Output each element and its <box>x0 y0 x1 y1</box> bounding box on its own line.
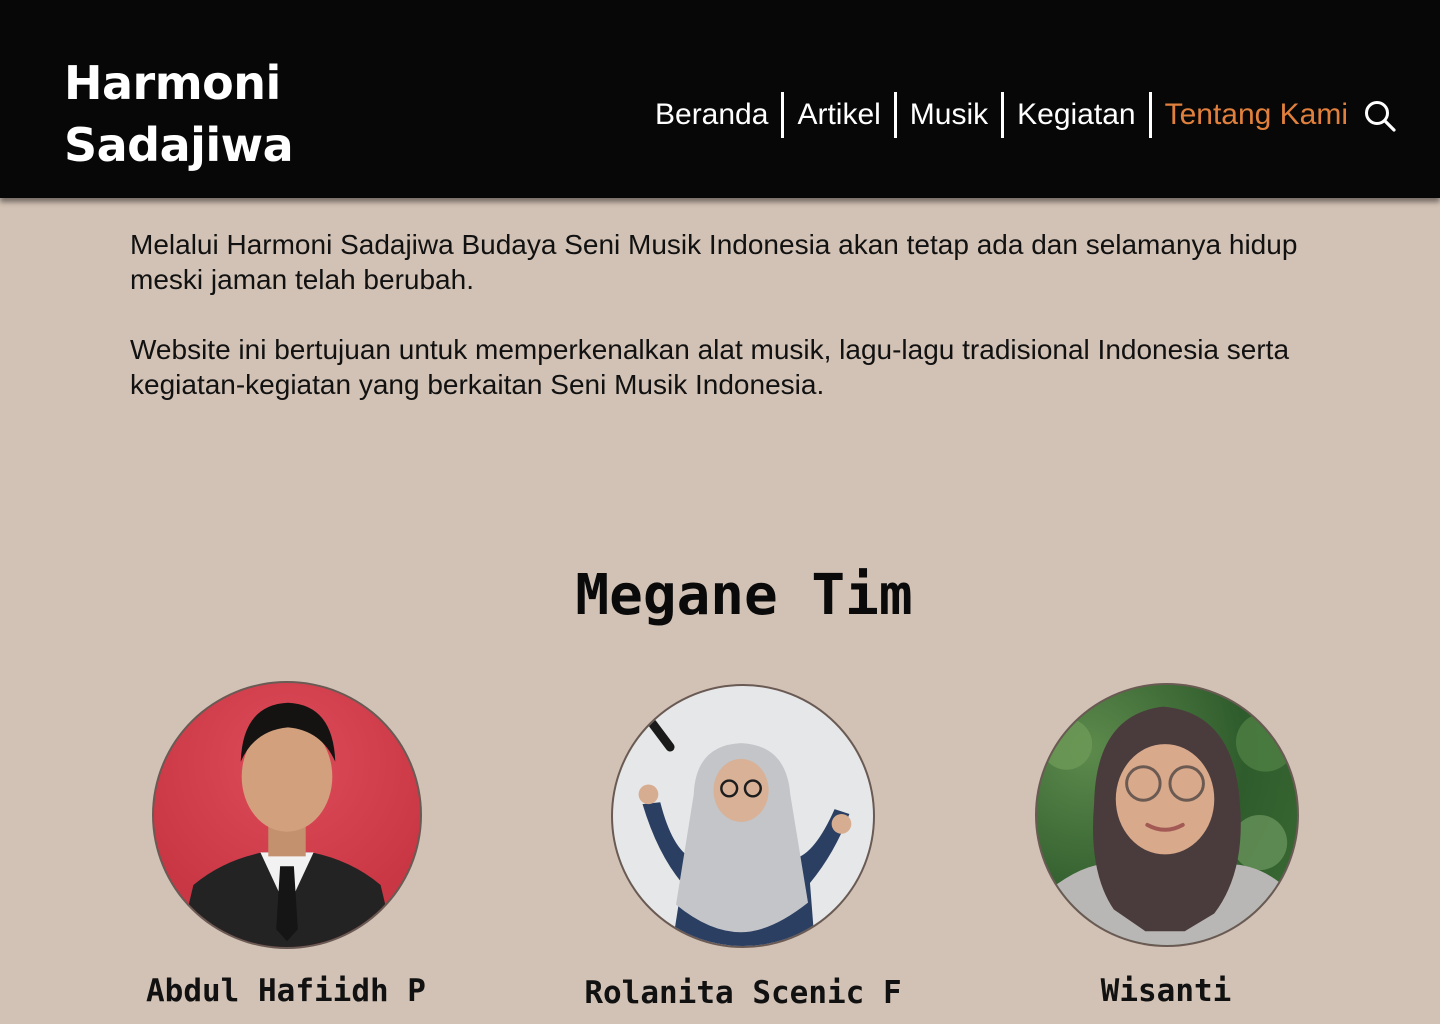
brand-line-2: Sadajiwa <box>64 118 294 172</box>
member-photo-wisanti <box>1035 683 1299 947</box>
brand-logo[interactable]: Harmoni Sadajiwa <box>64 52 294 176</box>
member-photo-rolanita <box>611 684 875 948</box>
member-photo-abdul <box>152 681 422 949</box>
intro-section: Melalui Harmoni Sadajiwa Budaya Seni Mus… <box>130 227 1320 437</box>
site-header: Harmoni Sadajiwa Beranda Artikel Musik K… <box>0 0 1440 198</box>
member-name: Rolanita Scenic F <box>584 975 902 1011</box>
member-name: Abdul Hafiidh P <box>146 973 426 1009</box>
member-portrait <box>638 718 852 946</box>
nav-item-tentang-kami[interactable]: Tentang Kami <box>1152 92 1361 138</box>
intro-paragraph-2: Website ini bertujuan untuk memperkenalk… <box>130 334 1290 400</box>
member-portrait <box>178 702 396 947</box>
nav-item-artikel[interactable]: Artikel <box>784 92 893 138</box>
team-title: Megane Tim <box>575 563 913 628</box>
brand-line-1: Harmoni <box>64 56 281 110</box>
nav-item-musik[interactable]: Musik <box>897 92 1001 138</box>
intro-paragraph-1: Melalui Harmoni Sadajiwa Budaya Seni Mus… <box>130 229 1298 295</box>
search-icon <box>1365 101 1396 132</box>
member-name: Wisanti <box>1100 973 1232 1009</box>
member-portrait <box>1037 706 1297 945</box>
search-button[interactable] <box>1362 98 1398 134</box>
main-nav: Beranda Artikel Musik Kegiatan Tentang K… <box>642 92 1361 138</box>
nav-item-kegiatan[interactable]: Kegiatan <box>1004 92 1148 138</box>
nav-item-beranda[interactable]: Beranda <box>642 92 781 138</box>
